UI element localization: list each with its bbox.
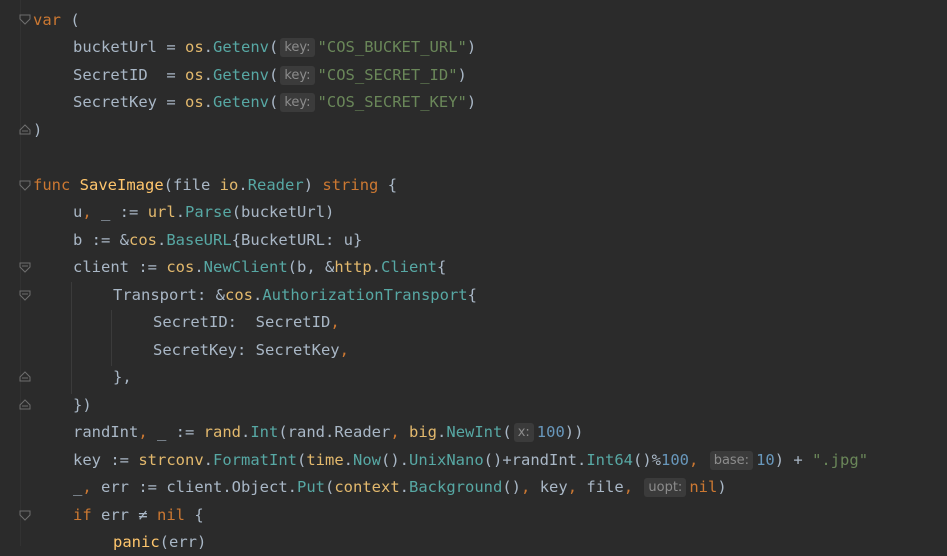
fold-end-icon[interactable] <box>19 398 31 410</box>
code-line: key := strconv.FormatInt(time.Now().Unix… <box>73 451 869 470</box>
param-hint: key: <box>280 66 315 85</box>
code-line: panic(err) <box>113 533 207 551</box>
param-hint: base: <box>709 451 754 470</box>
fold-collapse-icon[interactable] <box>19 14 31 26</box>
code-line: SecretID: SecretID, <box>153 313 340 331</box>
code-line: randInt, _ := rand.Int(rand.Reader, big.… <box>73 423 584 442</box>
param-hint: key: <box>280 93 315 112</box>
indent-guide <box>111 310 112 366</box>
code-line: }) <box>73 396 92 414</box>
fold-collapse-icon[interactable] <box>19 262 31 274</box>
code-line: var ( <box>33 11 80 29</box>
code-line: SecretKey: SecretKey, <box>153 341 349 359</box>
indent-guide <box>71 282 72 394</box>
code-line: func SaveImage(file io.Reader) string { <box>33 176 398 194</box>
code-line: }, <box>113 368 132 386</box>
param-hint: key: <box>280 38 315 57</box>
fold-collapse-icon[interactable] <box>19 290 31 302</box>
code-line: SecretKey = os.Getenv(key: "COS_SECRET_KE… <box>73 93 477 112</box>
code-line: if err ≠ nil { <box>73 506 204 524</box>
code-line: u, _ := url.Parse(bucketUrl) <box>73 203 335 221</box>
code-line: SecretID = os.Getenv(key: "COS_SECRET_ID"… <box>73 66 467 85</box>
editor-gutter <box>0 0 21 546</box>
fold-end-icon[interactable] <box>19 123 31 135</box>
fold-end-icon[interactable] <box>19 370 31 382</box>
fold-collapse-icon[interactable] <box>19 510 31 522</box>
code-line: client := cos.NewClient(b, &http.Client{ <box>73 258 447 276</box>
code-line: b := &cos.BaseURL{BucketURL: u} <box>73 231 363 249</box>
param-hint: uopt: <box>644 478 687 497</box>
code-line: _, err := client.Object.Put(context.Back… <box>73 478 727 497</box>
code-line: bucketUrl = os.Getenv(key: "COS_BUCKET_UR… <box>73 38 477 57</box>
code-line: ) <box>33 121 43 139</box>
fold-collapse-icon[interactable] <box>19 180 31 192</box>
param-hint: x: <box>513 423 534 442</box>
code-line: Transport: &cos.AuthorizationTransport{ <box>113 286 477 304</box>
